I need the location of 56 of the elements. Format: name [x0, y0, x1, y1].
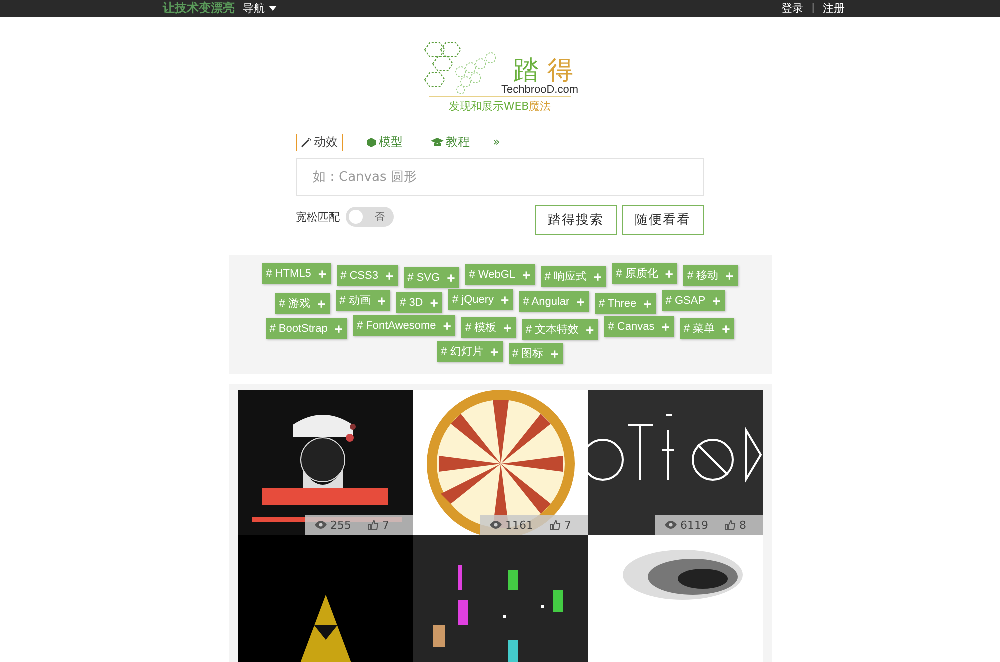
- thumbs-up-icon: [368, 520, 378, 530]
- tag-chip[interactable]: # Angular +: [519, 291, 589, 312]
- wand-icon: [301, 136, 312, 148]
- tag-chip[interactable]: # 幻灯片 +: [437, 341, 502, 362]
- logo-domain: TechbrooD.com: [501, 84, 579, 96]
- tag-chip[interactable]: # FontAwesome +: [353, 315, 456, 336]
- eye-icon: [314, 521, 326, 529]
- graduation-cap-icon: [431, 136, 444, 148]
- cube-icon: [366, 136, 377, 148]
- caret-icon: [269, 6, 277, 11]
- tag-chip[interactable]: # Canvas +: [604, 316, 674, 337]
- view-count: 255: [330, 518, 352, 532]
- tag-chip[interactable]: # 3D +: [396, 292, 442, 313]
- tag-chip[interactable]: # CSS3 +: [336, 265, 398, 286]
- tag-chip[interactable]: # 模板 +: [461, 317, 516, 338]
- tag-chip[interactable]: # BootStrap +: [266, 318, 347, 339]
- like-count: 7: [382, 518, 390, 532]
- view-count: 1161: [506, 518, 534, 532]
- search-field[interactable]: 如：Canvas 圆形: [296, 158, 704, 196]
- site-slogan: 让技术变漂亮: [163, 0, 235, 17]
- like-count: 8: [740, 518, 746, 532]
- tag-chip[interactable]: # 游戏 +: [275, 293, 330, 314]
- tag-chip[interactable]: # 移动 +: [683, 265, 738, 286]
- nav-dropdown[interactable]: 导航: [243, 1, 277, 16]
- tag-chip[interactable]: # jQuery +: [448, 289, 514, 310]
- switch-label: 宽松匹配: [296, 210, 340, 224]
- search-button[interactable]: 踏得搜索: [535, 205, 617, 235]
- category-tab[interactable]: 教程: [426, 134, 475, 150]
- tag-chip[interactable]: # WebGL +: [465, 264, 535, 285]
- tag-chip[interactable]: # 响应式 +: [540, 266, 606, 287]
- separator: |: [812, 3, 815, 14]
- view-count: 6119: [680, 518, 708, 532]
- eye-icon: [664, 521, 676, 529]
- tag-chip[interactable]: # 动画 +: [336, 290, 390, 311]
- login-link[interactable]: 登录: [782, 1, 804, 16]
- register-link[interactable]: 注册: [823, 1, 845, 16]
- logo-title: 得: [547, 58, 574, 84]
- like-count: 7: [564, 518, 572, 532]
- tag-chip[interactable]: # 图标 +: [508, 343, 563, 364]
- more-link[interactable]: »: [493, 135, 500, 149]
- random-button[interactable]: 随便看看: [622, 205, 704, 235]
- tag-chip[interactable]: # 菜单 +: [680, 318, 734, 339]
- category-tab[interactable]: 动效: [296, 134, 343, 150]
- tag-chip[interactable]: # HTML5 +: [262, 263, 331, 284]
- logo-slogan: 发现和展示WEB魔法: [428, 96, 572, 114]
- category-tab[interactable]: 模型: [361, 134, 408, 150]
- tag-chip[interactable]: # Three +: [594, 293, 656, 314]
- tag-chip[interactable]: # GSAP +: [662, 290, 725, 311]
- tag-chip[interactable]: # SVG +: [404, 267, 460, 288]
- tag-chip[interactable]: # 文本特效 +: [522, 319, 598, 340]
- logo-title: 踏: [513, 58, 540, 84]
- thumbs-up-icon: [550, 520, 560, 530]
- eye-icon: [490, 521, 502, 529]
- thumbs-up-icon: [724, 520, 736, 530]
- tag-chip[interactable]: # 原质化 +: [612, 263, 678, 284]
- toggle-switch[interactable]: 否: [346, 207, 394, 227]
